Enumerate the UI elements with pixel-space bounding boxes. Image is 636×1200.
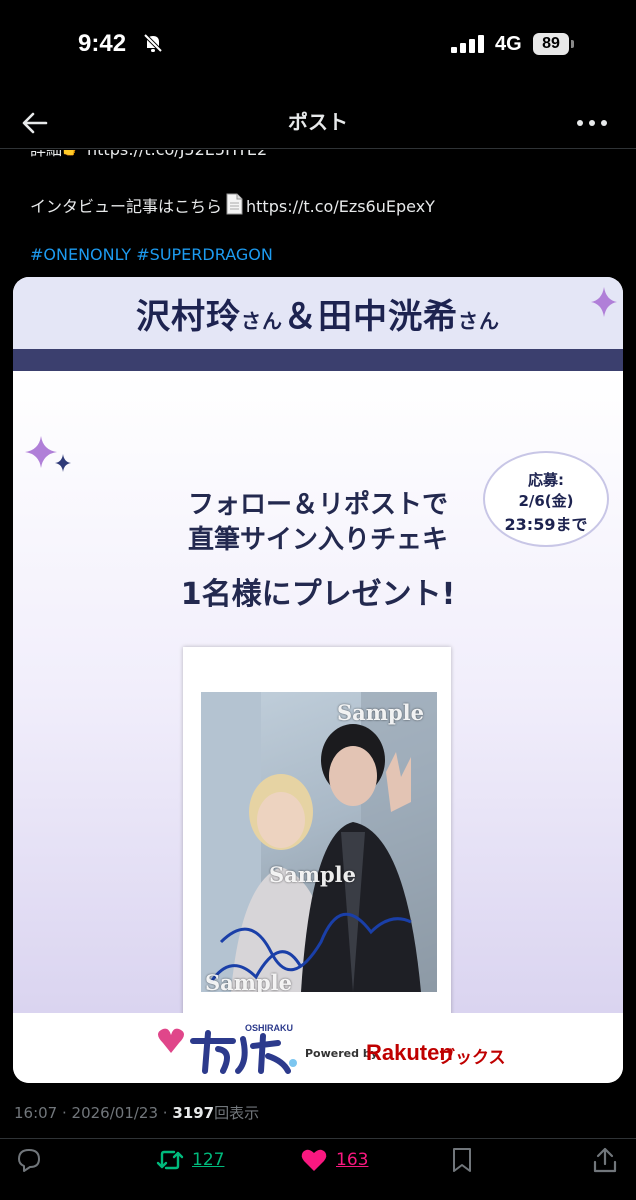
repost-count: 127 xyxy=(192,1150,225,1170)
repost-button[interactable]: 127 xyxy=(156,1145,224,1175)
name-2: 田中洸希 xyxy=(318,297,458,337)
headline-line-3: 1名様にプレゼント! xyxy=(180,577,456,612)
sample-watermark: Sample xyxy=(337,700,425,725)
like-button[interactable]: 163 xyxy=(300,1145,368,1175)
like-count: 163 xyxy=(336,1150,369,1170)
honorific-1: さん xyxy=(241,309,283,333)
reply-icon xyxy=(18,1149,40,1172)
photo-area: Sample Sample Sample xyxy=(201,692,437,992)
banner-stripe xyxy=(13,349,623,371)
battery-indicator: 89 xyxy=(533,33,569,55)
promo-body: 応募: 2/6(金) 23:59まで フォロー＆リポストで 直筆サイン入りチェキ… xyxy=(13,371,623,1082)
ampersand: ＆ xyxy=(283,297,318,337)
meta-divider xyxy=(0,1138,636,1139)
share-icon xyxy=(593,1147,617,1173)
hashtag-links[interactable]: #ONENONLY #SUPERDRAGON xyxy=(30,245,273,264)
photo-illustration xyxy=(201,692,437,992)
brand-footer: OSHIRAKU Powered by Rakuten ブックス xyxy=(13,1013,623,1083)
interview-link[interactable]: https://t.co/Ezs6uEpexY xyxy=(246,197,435,216)
interview-text: インタビュー記事はこちら xyxy=(30,197,223,216)
honorific-2: さん xyxy=(458,309,500,333)
repost-icon xyxy=(156,1150,184,1170)
names-banner: 沢村玲さん＆田中洸希さん xyxy=(13,277,623,349)
silent-bell-icon xyxy=(143,33,163,53)
sparkle-icon xyxy=(591,287,617,317)
oshiraku-logo: OSHIRAKU xyxy=(158,1023,297,1074)
names-title: 沢村玲さん＆田中洸希さん xyxy=(13,289,623,338)
header-divider xyxy=(0,148,636,149)
status-time: 9:42 xyxy=(78,30,127,57)
page-title: ポスト xyxy=(288,110,348,134)
battery-tip xyxy=(571,40,574,48)
heart-icon xyxy=(301,1149,327,1171)
sample-watermark: Sample xyxy=(205,970,293,992)
post-metadata: 16:07 · 2026/01/23 · 3197回表示 xyxy=(14,1104,260,1122)
network-type: 4G xyxy=(495,33,522,55)
reply-button[interactable] xyxy=(16,1145,42,1175)
post-date: 2026/01/23 xyxy=(71,1104,159,1122)
more-options-icon[interactable] xyxy=(574,108,610,138)
post-text-interview: インタビュー記事はこちら https://t.co/Ezs6uEpexY xyxy=(30,193,435,217)
svg-text:OSHIRAKU: OSHIRAKU xyxy=(245,1023,293,1033)
post-time: 16:07 xyxy=(14,1104,58,1122)
sparkle-icon xyxy=(25,436,71,472)
status-bar: 9:42 4G 89 xyxy=(0,0,636,96)
post-image[interactable]: 沢村玲さん＆田中洸希さん 応募: 2/6(金) 23:59まで フォロー＆リポス… xyxy=(13,277,623,1083)
share-button[interactable] xyxy=(592,1145,618,1175)
top-nav: ポスト xyxy=(0,96,636,148)
view-count: 3197 xyxy=(172,1104,215,1122)
action-bar: 127 163 xyxy=(0,1145,636,1177)
sample-watermark: Sample xyxy=(269,862,357,887)
document-icon xyxy=(226,193,243,215)
cellular-signal-icon xyxy=(451,35,484,53)
bookmark-button[interactable] xyxy=(450,1145,474,1175)
bookmark-icon xyxy=(453,1148,471,1172)
headline-line-1: フォロー＆リポストで xyxy=(187,490,448,520)
books-text: ブックス xyxy=(438,1048,506,1068)
headline-line-2: 直筆サイン入りチェキ xyxy=(187,525,448,555)
views-label: 回表示 xyxy=(214,1104,260,1122)
name-1: 沢村玲 xyxy=(136,297,241,337)
